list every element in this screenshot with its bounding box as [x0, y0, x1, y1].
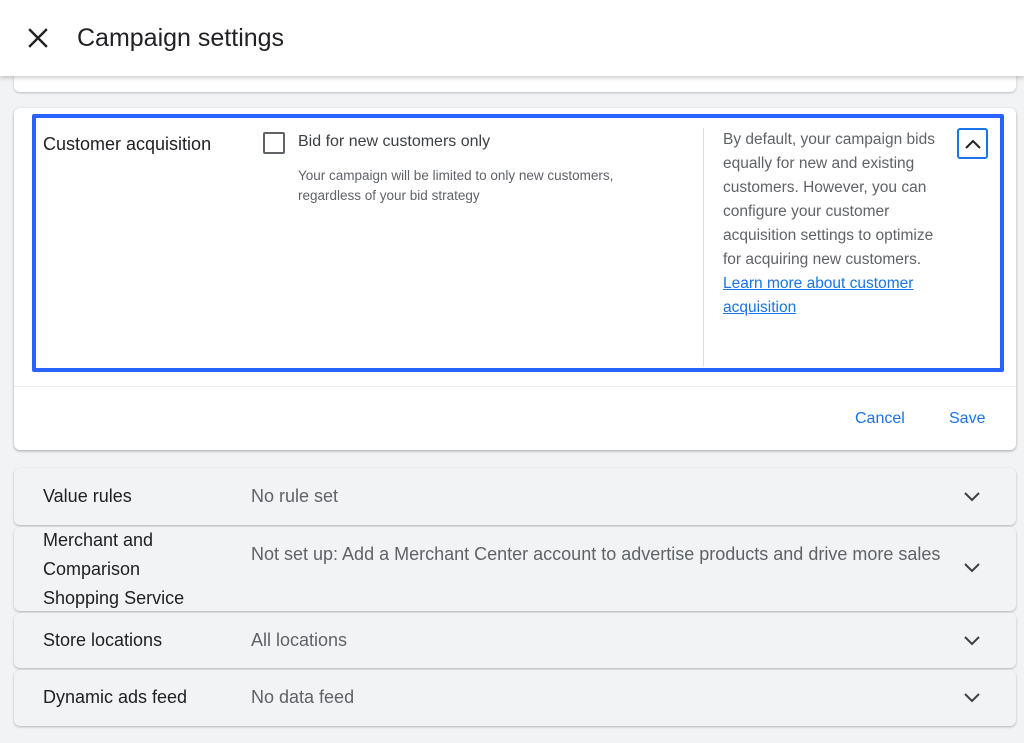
setting-row-store-locations[interactable]: Store locations All locations [14, 613, 1016, 668]
setting-row-merchant[interactable]: Merchant and Comparison Shopping Service… [14, 527, 1016, 611]
row-value: No data feed [251, 687, 355, 707]
help-text: By default, your campaign bids equally f… [723, 128, 938, 320]
row-title: Store locations [43, 630, 163, 650]
customer-acquisition-card: Customer acquisition Bid for new custome… [14, 108, 1016, 450]
checkbox-description: Your campaign will be limited to only ne… [298, 168, 614, 203]
learn-more-link[interactable]: Learn more about customer acquisition [723, 275, 913, 316]
vertical-divider [703, 128, 704, 366]
cancel-button[interactable]: Cancel [855, 408, 905, 430]
row-value: Not set up: Add a Merchant Center accoun… [251, 544, 941, 564]
setting-row-dynamic-ads-feed[interactable]: Dynamic ads feed No data feed [14, 670, 1016, 726]
page-header: Campaign settings [0, 0, 1024, 76]
save-button[interactable]: Save [949, 408, 985, 430]
expand-button[interactable] [960, 629, 984, 653]
horizontal-divider [14, 386, 1016, 387]
row-value: All locations [251, 630, 348, 650]
expand-button[interactable] [960, 485, 984, 509]
chevron-down-icon [964, 693, 980, 703]
setting-row-value-rules[interactable]: Value rules No rule set [14, 468, 1016, 525]
chevron-up-icon [964, 139, 981, 149]
expand-button[interactable] [960, 556, 984, 580]
new-customers-checkbox[interactable] [263, 132, 285, 154]
row-value: No rule set [251, 486, 339, 506]
close-icon [28, 28, 48, 48]
row-title: Merchant and Comparison Shopping Service [43, 530, 185, 608]
chevron-down-icon [964, 492, 980, 502]
expand-button[interactable] [960, 686, 984, 710]
close-button[interactable] [24, 24, 52, 52]
chevron-down-icon [964, 563, 980, 573]
chevron-down-icon [964, 636, 980, 646]
new-customers-checkbox-label[interactable]: Bid for new customers only [298, 132, 490, 152]
row-title: Value rules [43, 486, 132, 506]
help-text-body: By default, your campaign bids equally f… [723, 131, 935, 268]
page-title: Campaign settings [77, 24, 285, 52]
collapse-button[interactable] [957, 128, 988, 159]
row-title: Dynamic ads feed [43, 687, 188, 707]
section-label: Customer acquisition [43, 134, 212, 154]
